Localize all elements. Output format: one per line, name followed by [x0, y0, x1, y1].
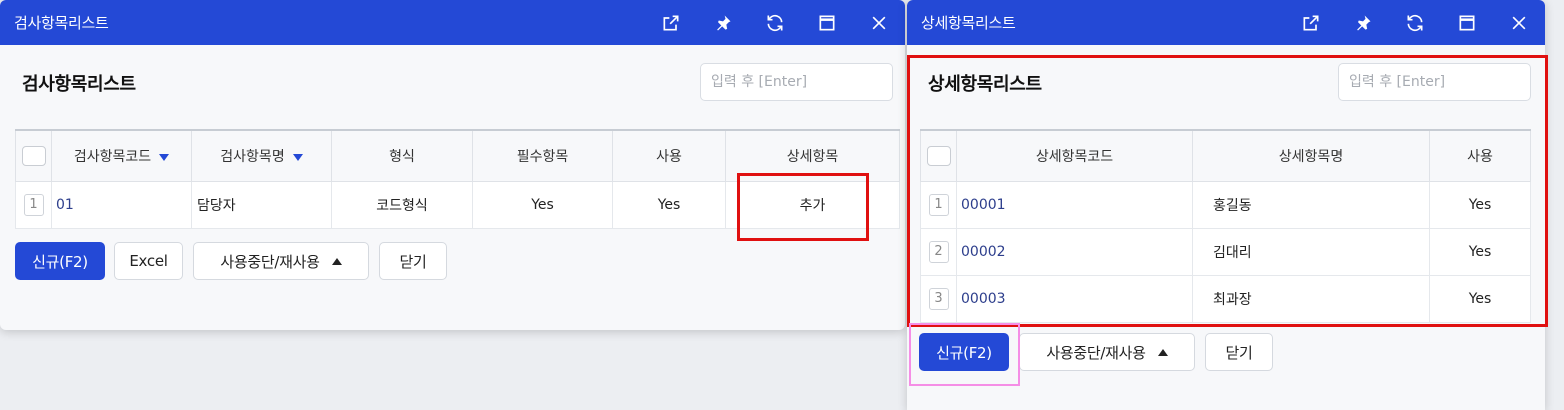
column-header-code[interactable]: 검사항목코드: [51, 129, 192, 182]
inspection-item-table: 검사항목코드 검사항목명 형식 필수항목 사용 상세항목 1 01 담당자 코드…: [15, 129, 900, 229]
detail-item-list-window: 상세항목리스트 상세항목리스트 상세항목코드 상세항목명 사용 1 00001 …: [907, 0, 1545, 410]
window-title: 상세항목리스트: [921, 14, 1016, 32]
cell-use: Yes: [612, 181, 726, 229]
table-row[interactable]: 1 01 담당자 코드형식 Yes Yes 추가: [15, 181, 900, 229]
refresh-icon[interactable]: [1389, 0, 1441, 45]
table-row[interactable]: 1 00001 홍길동 Yes: [920, 181, 1531, 229]
maximize-icon[interactable]: [801, 0, 853, 45]
external-link-icon[interactable]: [1285, 0, 1337, 45]
column-header-use[interactable]: 사용: [1429, 129, 1531, 182]
window-title: 검사항목리스트: [14, 14, 109, 32]
cell-code[interactable]: 01: [51, 181, 192, 229]
pin-icon[interactable]: [697, 0, 749, 45]
title-bar: 검사항목리스트: [0, 0, 905, 45]
caret-up-icon: [331, 257, 342, 265]
inspection-item-list-window: 검사항목리스트 검사항목리스트 검사항목코드 검사항목명 형식 필수항목 사용 …: [0, 0, 905, 330]
cell-name: 김대리: [1192, 228, 1430, 276]
row-number: 1: [15, 181, 52, 229]
window-controls: [1285, 0, 1545, 45]
add-detail-link[interactable]: 추가: [725, 181, 900, 229]
cell-code[interactable]: 00003: [956, 275, 1193, 323]
cell-required: Yes: [472, 181, 613, 229]
row-number: 1: [920, 181, 957, 229]
cell-use: Yes: [1429, 275, 1531, 323]
sort-down-icon: [159, 153, 170, 161]
title-bar: 상세항목리스트: [907, 0, 1545, 45]
close-button[interactable]: 닫기: [1205, 333, 1273, 371]
select-all-checkbox[interactable]: [920, 129, 957, 182]
select-all-checkbox[interactable]: [15, 129, 52, 182]
refresh-icon[interactable]: [749, 0, 801, 45]
pin-icon[interactable]: [1337, 0, 1389, 45]
new-button[interactable]: 신규(F2): [15, 242, 105, 280]
cell-code[interactable]: 00001: [956, 181, 1193, 229]
page-title: 상세항목리스트: [928, 74, 1042, 95]
cell-code[interactable]: 00002: [956, 228, 1193, 276]
table-row[interactable]: 2 00002 김대리 Yes: [920, 228, 1531, 276]
external-link-icon[interactable]: [645, 0, 697, 45]
column-header-name[interactable]: 검사항목명: [191, 129, 332, 182]
table-header-row: 검사항목코드 검사항목명 형식 필수항목 사용 상세항목: [15, 129, 900, 182]
cell-type: 코드형식: [331, 181, 473, 229]
window-controls: [645, 0, 905, 45]
cell-use: Yes: [1429, 181, 1531, 229]
cell-name: 홍길동: [1192, 181, 1430, 229]
table-header-row: 상세항목코드 상세항목명 사용: [920, 129, 1531, 182]
row-number: 3: [920, 275, 957, 323]
column-header-detail[interactable]: 상세항목: [725, 129, 900, 182]
cell-name: 담당자: [191, 181, 332, 229]
excel-button[interactable]: Excel: [114, 242, 183, 280]
close-icon[interactable]: [1493, 0, 1545, 45]
cell-name: 최과장: [1192, 275, 1430, 323]
column-header-required[interactable]: 필수항목: [472, 129, 613, 182]
close-icon[interactable]: [853, 0, 905, 45]
row-number: 2: [920, 228, 957, 276]
page-title: 검사항목리스트: [22, 74, 136, 95]
column-header-use[interactable]: 사용: [612, 129, 726, 182]
table-row[interactable]: 3 00003 최과장 Yes: [920, 275, 1531, 323]
search-input[interactable]: [700, 63, 893, 101]
column-header-type[interactable]: 형식: [331, 129, 473, 182]
suspend-reuse-button[interactable]: 사용중단/재사용: [1019, 333, 1195, 371]
cell-use: Yes: [1429, 228, 1531, 276]
suspend-reuse-button[interactable]: 사용중단/재사용: [193, 242, 369, 280]
search-input[interactable]: [1338, 63, 1531, 101]
detail-item-table: 상세항목코드 상세항목명 사용 1 00001 홍길동 Yes 2 00002 …: [920, 129, 1531, 323]
close-button[interactable]: 닫기: [379, 242, 447, 280]
new-button[interactable]: 신규(F2): [919, 333, 1009, 371]
maximize-icon[interactable]: [1441, 0, 1493, 45]
sort-down-icon: [292, 153, 303, 161]
column-header-detail-name[interactable]: 상세항목명: [1192, 129, 1430, 182]
column-header-detail-code[interactable]: 상세항목코드: [956, 129, 1193, 182]
caret-up-icon: [1157, 348, 1168, 356]
